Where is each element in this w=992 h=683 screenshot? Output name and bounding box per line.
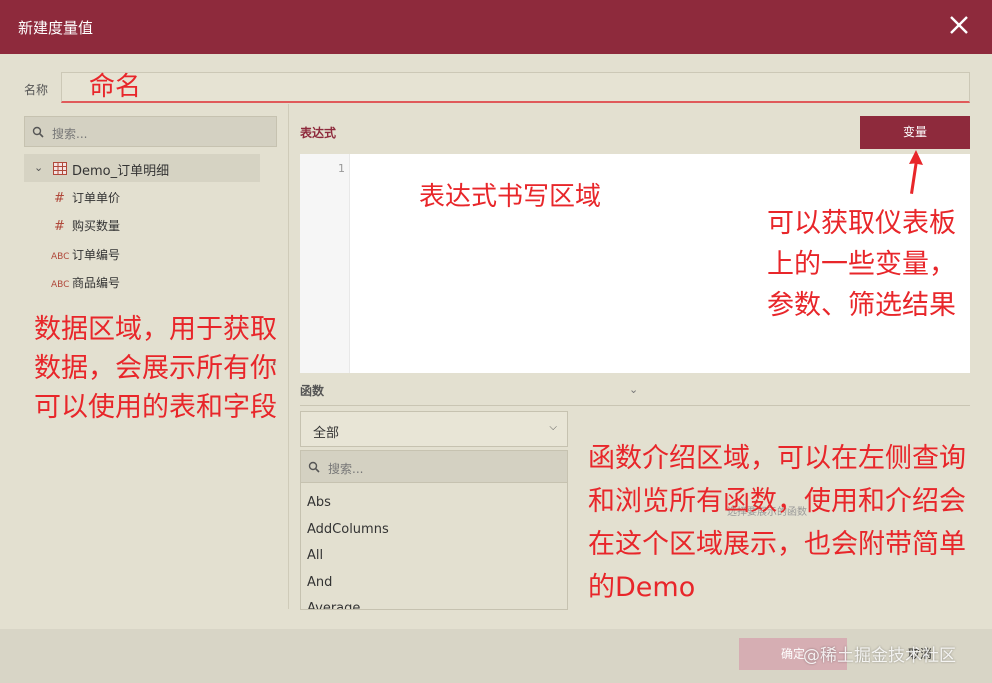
function-category-select[interactable]: 全部 ⌵ <box>300 411 568 447</box>
dialog-titlebar: 新建度量值 <box>0 0 992 54</box>
function-item[interactable]: All <box>307 548 323 563</box>
annotation-arrow-icon <box>909 150 923 194</box>
function-item[interactable]: Average <box>307 601 360 609</box>
field-item[interactable]: ABC 商品编号 <box>51 274 120 298</box>
annotation-variables: 可以获取仪表板上的一些变量，参数、筛选结果 <box>767 208 956 321</box>
close-icon[interactable] <box>946 12 972 38</box>
watermark: @稀土掘金技术社区 <box>803 646 956 666</box>
editor-gutter: 1 <box>300 154 350 373</box>
annotation-expression-area: 表达式书写区域 <box>419 182 602 212</box>
search-icon <box>308 461 320 473</box>
field-label: 订单单价 <box>72 191 121 205</box>
field-item[interactable]: ABC 订单编号 <box>51 246 120 270</box>
function-item[interactable]: AddColumns <box>307 522 389 537</box>
functions-divider <box>300 405 970 406</box>
field-label: 订单编号 <box>72 248 121 262</box>
field-search-input[interactable]: 搜索... <box>24 116 277 147</box>
chevron-down-icon: ⌵ <box>549 422 557 433</box>
line-number: 1 <box>338 162 345 175</box>
dialog-title: 新建度量值 <box>18 19 94 37</box>
function-list[interactable]: 搜索... Abs AddColumns All And Average <box>300 450 568 610</box>
field-item[interactable]: # 订单单价 <box>54 189 120 213</box>
field-item[interactable]: # 购买数量 <box>54 217 120 241</box>
chevron-down-icon[interactable]: ⌄ <box>34 161 43 174</box>
field-search-placeholder: 搜索... <box>52 127 88 141</box>
annotation-data-area: 数据区域，用于获取数据，会展示所有你可以使用的表和字段 <box>34 314 277 423</box>
function-search-placeholder: 搜索... <box>328 462 364 476</box>
text-field-icon: ABC <box>51 280 70 290</box>
function-search-input[interactable]: 搜索... <box>301 451 567 483</box>
table-node[interactable]: ⌄ Demo_订单明细 <box>24 154 260 182</box>
table-name: Demo_订单明细 <box>72 164 170 179</box>
collapse-left-icon[interactable]: ‹ <box>272 356 276 369</box>
text-field-icon: ABC <box>51 252 70 262</box>
expression-label: 表达式 <box>300 126 337 140</box>
function-category-value: 全部 <box>313 426 340 441</box>
variable-button[interactable]: 变量 <box>860 116 970 149</box>
function-item[interactable]: Abs <box>307 495 331 510</box>
name-label: 名称 <box>24 83 49 97</box>
table-icon <box>53 162 67 175</box>
chevron-down-icon[interactable]: ⌄ <box>629 383 638 396</box>
number-field-icon: # <box>54 191 65 206</box>
field-label: 商品编号 <box>72 276 121 290</box>
number-field-icon: # <box>54 219 65 234</box>
annotation-functions-area: 函数介绍区域，可以在左侧查询和浏览所有函数，使用和介绍会在这个区域展示，也会附带… <box>588 443 966 603</box>
panel-divider <box>288 104 289 609</box>
search-icon <box>32 126 44 138</box>
name-input[interactable] <box>61 72 970 103</box>
functions-label: 函数 <box>300 384 325 398</box>
annotation-name: 命名 <box>89 72 142 102</box>
function-item[interactable]: And <box>307 575 332 590</box>
field-label: 购买数量 <box>72 219 121 233</box>
